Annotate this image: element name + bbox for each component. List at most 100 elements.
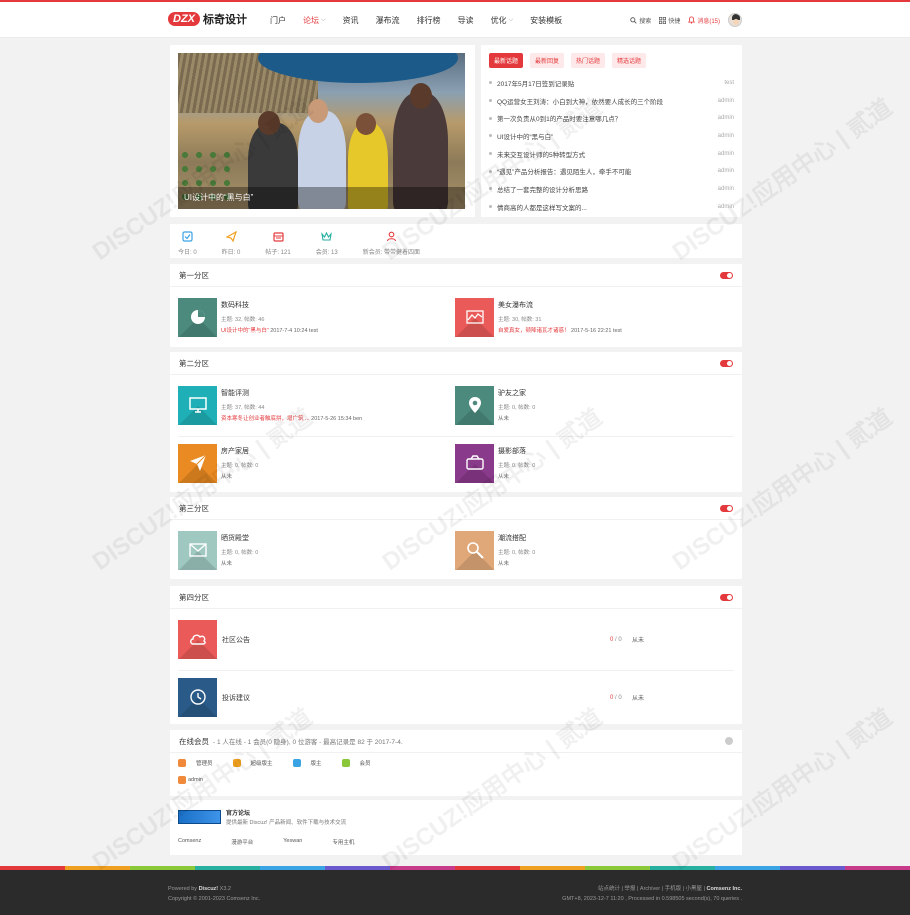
forum-name[interactable]: 潮流搭配 [498, 533, 535, 543]
section-title[interactable]: 第一分区 [179, 270, 209, 281]
nav-item-3[interactable]: 瀑布流 [376, 15, 400, 26]
topic-item[interactable]: “遇见”产品分析报告：遇见陌生人，牵手不可能 admin [489, 162, 734, 180]
tab-2[interactable]: 热门话题 [571, 53, 606, 68]
discuz-logo[interactable] [178, 810, 221, 824]
forum-icon-box[interactable] [455, 298, 494, 337]
nav-item-5[interactable]: 导读 [458, 15, 474, 26]
section-header[interactable]: 第三分区 [170, 497, 742, 520]
forum-item[interactable]: 投诉建议 0 / 0 从未 [178, 678, 734, 717]
collapse-icon[interactable] [725, 737, 733, 745]
forum-icon-box[interactable] [455, 444, 494, 483]
topic-author[interactable]: admin [718, 186, 734, 192]
forum-icon-box[interactable] [455, 531, 494, 570]
forum-last-post[interactable]: 从未 [221, 559, 258, 567]
forum-icon-box[interactable] [178, 620, 217, 659]
forum-item[interactable]: 潮流搭配 主题: 0, 帖数: 0 从未 [455, 531, 535, 570]
topic-title[interactable]: QQ运营女王刘涛：小白到大神，依然要人成长的三个阶段 [489, 96, 663, 106]
topic-author[interactable]: test [724, 80, 734, 86]
section-title[interactable]: 第四分区 [179, 592, 209, 603]
online-user-name[interactable]: admin [188, 777, 203, 783]
slide-photo[interactable]: UI设计中的“黑与白” [178, 53, 465, 209]
topic-title[interactable]: 未来交互设计师的5种转型方式 [489, 149, 585, 159]
forum-icon-box[interactable] [455, 386, 494, 425]
topic-item[interactable]: 2017年5月17日签到记录贴 test [489, 74, 734, 92]
forum-name[interactable]: 智能评测 [221, 388, 362, 398]
nav-item-7[interactable]: 安装模板 [530, 15, 562, 26]
friend-link[interactable]: Comsenz [178, 838, 201, 846]
online-user[interactable]: admin [170, 773, 742, 787]
topic-title[interactable]: 第一次负责从0到1的产品时要注意哪几点？ [489, 113, 621, 123]
forum-icon-box[interactable] [178, 298, 217, 337]
topic-item[interactable]: QQ运营女王刘涛：小白到大神，依然要人成长的三个阶段 admin [489, 92, 734, 110]
link-title[interactable]: 官方论坛 [226, 808, 346, 817]
forum-last-post[interactable]: 从未 [498, 472, 535, 480]
footer-links[interactable]: 站点统计 | 举报 | Archiver | 手机版 | 小黑屋 | [598, 886, 705, 892]
forum-name[interactable]: 房产家居 [221, 446, 258, 456]
toggle-icon[interactable] [720, 593, 733, 601]
forum-item[interactable]: 社区公告 0 / 0 从未 [178, 620, 734, 659]
nav-item-1[interactable]: 论坛 ⌵ [303, 15, 326, 26]
messages-link[interactable]: 消息(15) [688, 16, 720, 25]
forum-item[interactable]: 摄影部落 主题: 0, 帖数: 0 从未 [455, 444, 535, 483]
forum-name[interactable]: 摄影部落 [498, 446, 535, 456]
last-post-title[interactable]: UI设计中的“黑与白” [221, 328, 269, 334]
forum-last-post[interactable]: 从未 [221, 472, 258, 480]
quick-link[interactable]: 快捷 [659, 16, 680, 25]
forum-last-post[interactable]: 从未 [498, 559, 535, 567]
nav-item-0[interactable]: 门户 [270, 15, 286, 26]
forum-name[interactable]: 投诉建议 [222, 693, 250, 703]
tab-0[interactable]: 最新话题 [489, 53, 524, 68]
forum-last-post[interactable]: 自爱真女，顿降诸瓦才诸惑！ 2017-5-16 22:21 test [498, 326, 622, 334]
section-title[interactable]: 第三分区 [179, 503, 209, 514]
topic-title[interactable]: UI设计中的“黑与白” [489, 131, 553, 141]
topic-author[interactable]: admin [718, 168, 734, 174]
company-name[interactable]: Comsenz Inc. [705, 886, 742, 892]
forum-name[interactable]: 社区公告 [222, 635, 250, 645]
topic-item[interactable]: UI设计中的“黑与白” admin [489, 127, 734, 145]
nav-item-2[interactable]: 资讯 [343, 15, 359, 26]
topic-title[interactable]: “遇见”产品分析报告：遇见陌生人，牵手不可能 [489, 166, 631, 176]
forum-icon-box[interactable] [178, 678, 217, 717]
forum-item[interactable]: 驴友之家 主题: 0, 帖数: 0 从未 [455, 386, 535, 425]
slide-caption[interactable]: UI设计中的“黑与白” [184, 192, 253, 203]
topic-title[interactable]: 2017年5月17日签到记录贴 [489, 78, 574, 88]
forum-item[interactable]: 房产家居 主题: 0, 帖数: 0 从未 [178, 444, 258, 483]
product-link[interactable]: Discuz! [199, 886, 219, 892]
forum-last-post[interactable]: 资本寒冬让创业者触底拼，增广筑 ... 2017-5-26 15:34 ben [221, 414, 362, 422]
forum-icon-box[interactable] [178, 386, 217, 425]
toggle-icon[interactable] [720, 359, 733, 367]
last-post-title[interactable]: 资本寒冬让创业者触底拼，增广筑 ... [221, 416, 310, 422]
last-post-title[interactable]: 自爱真女，顿降诸瓦才诸惑！ [498, 328, 570, 334]
featured-slide[interactable]: UI设计中的“黑与白” [170, 45, 475, 217]
section-title[interactable]: 第二分区 [179, 358, 209, 369]
friend-link[interactable]: 专用主机 [332, 838, 354, 846]
tab-1[interactable]: 最新回复 [530, 53, 565, 68]
topic-item[interactable]: 第一次负责从0到1的产品时要注意哪几点？ admin [489, 109, 734, 127]
toggle-icon[interactable] [720, 271, 733, 279]
tab-3[interactable]: 精选话题 [612, 53, 647, 68]
forum-last-post[interactable]: 从未 [498, 414, 535, 422]
section-header[interactable]: 第二分区 [170, 352, 742, 375]
toggle-icon[interactable] [720, 504, 733, 512]
forum-item[interactable]: 智能评测 主题: 37, 帖数: 44 资本寒冬让创业者触底拼，增广筑 ... 20… [178, 386, 362, 425]
topic-item[interactable]: 未来交互设计师的5种转型方式 admin [489, 145, 734, 163]
forum-last-post[interactable]: UI设计中的“黑与白” 2017-7-4 10:24 test [221, 326, 318, 334]
forum-item[interactable]: 美女瀑布流 主题: 30, 帖数: 31 自爱真女，顿降诸瓦才诸惑！ 2017-5-… [455, 298, 622, 337]
topic-author[interactable]: admin [718, 115, 734, 121]
nav-item-6[interactable]: 优化 ⌵ [491, 15, 514, 26]
topic-item[interactable]: 总结了一套完整的设计分析思路 admin [489, 180, 734, 198]
forum-item[interactable]: 晒货殿堂 主题: 0, 帖数: 0 从未 [178, 531, 258, 570]
topic-author[interactable]: admin [718, 133, 734, 139]
topic-title[interactable]: 情商高的人都是这样写文案的... [489, 202, 587, 212]
topic-title[interactable]: 总结了一套完整的设计分析思路 [489, 184, 588, 194]
topic-author[interactable]: admin [718, 204, 734, 210]
topic-item[interactable]: 情商高的人都是这样写文案的... admin [489, 198, 734, 216]
section-header[interactable]: 第四分区 [170, 586, 742, 609]
section-header[interactable]: 第一分区 [170, 264, 742, 287]
logo[interactable]: DZX 标奇设计 [168, 11, 247, 27]
forum-item[interactable]: 数码科技 主题: 32, 帖数: 46 UI设计中的“黑与白” 2017-7-4 1… [178, 298, 318, 337]
friend-link[interactable]: Yeswan [283, 838, 302, 846]
forum-name[interactable]: 数码科技 [221, 300, 318, 310]
forum-name[interactable]: 晒货殿堂 [221, 533, 258, 543]
forum-name[interactable]: 美女瀑布流 [498, 300, 622, 310]
